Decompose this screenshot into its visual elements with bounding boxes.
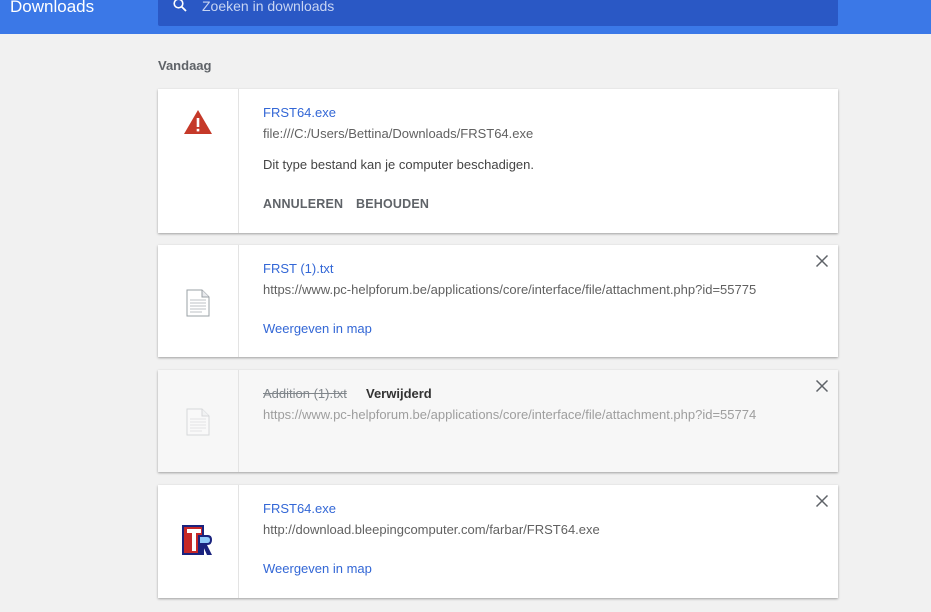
file-icon-column: [158, 245, 239, 357]
danger-warning-text: Dit type bestand kan je computer beschad…: [263, 157, 535, 172]
file-url: http://download.bleepingcomputer.com/far…: [263, 522, 600, 537]
search-icon: [173, 0, 187, 12]
warning-icon: [184, 110, 212, 134]
file-url: file:///C:/Users/Bettina/Downloads/FRST6…: [263, 126, 534, 141]
close-icon[interactable]: [814, 493, 830, 509]
frst-app-icon: [182, 525, 212, 555]
file-url: https://www.pc-helpforum.be/applications…: [263, 407, 757, 422]
download-item-dangerous: FRST64.exe file:///C:/Users/Bettina/Down…: [158, 89, 838, 233]
text-file-icon: [186, 408, 210, 436]
date-section-label: Vandaag: [158, 58, 212, 73]
file-icon-column: [158, 485, 239, 598]
removed-status-label: Verwijderd: [366, 386, 432, 401]
search-box[interactable]: [158, 0, 838, 26]
file-icon-column: [158, 370, 239, 472]
file-icon-column: [158, 89, 239, 233]
keep-button[interactable]: BEHOUDEN: [356, 197, 429, 211]
top-bar: Downloads: [0, 0, 931, 34]
download-item-removed: Addition (1).txt Verwijderd https://www.…: [158, 370, 838, 472]
file-name-link[interactable]: FRST64.exe: [263, 501, 336, 516]
show-in-folder-link[interactable]: Weergeven in map: [263, 561, 372, 576]
close-icon[interactable]: [814, 378, 830, 394]
download-item: FRST (1).txt https://www.pc-helpforum.be…: [158, 245, 838, 357]
file-name-link[interactable]: FRST (1).txt: [263, 261, 334, 276]
text-file-icon: [186, 289, 210, 317]
show-in-folder-link[interactable]: Weergeven in map: [263, 321, 372, 336]
file-name-link[interactable]: FRST64.exe: [263, 105, 336, 120]
search-input[interactable]: [202, 0, 802, 16]
download-item: FRST64.exe http://download.bleepingcompu…: [158, 485, 838, 598]
page-title: Downloads: [10, 0, 95, 16]
close-icon[interactable]: [814, 253, 830, 269]
cancel-button[interactable]: ANNULEREN: [263, 197, 343, 211]
file-name-removed: Addition (1).txt: [263, 386, 347, 401]
file-url: https://www.pc-helpforum.be/applications…: [263, 282, 757, 297]
